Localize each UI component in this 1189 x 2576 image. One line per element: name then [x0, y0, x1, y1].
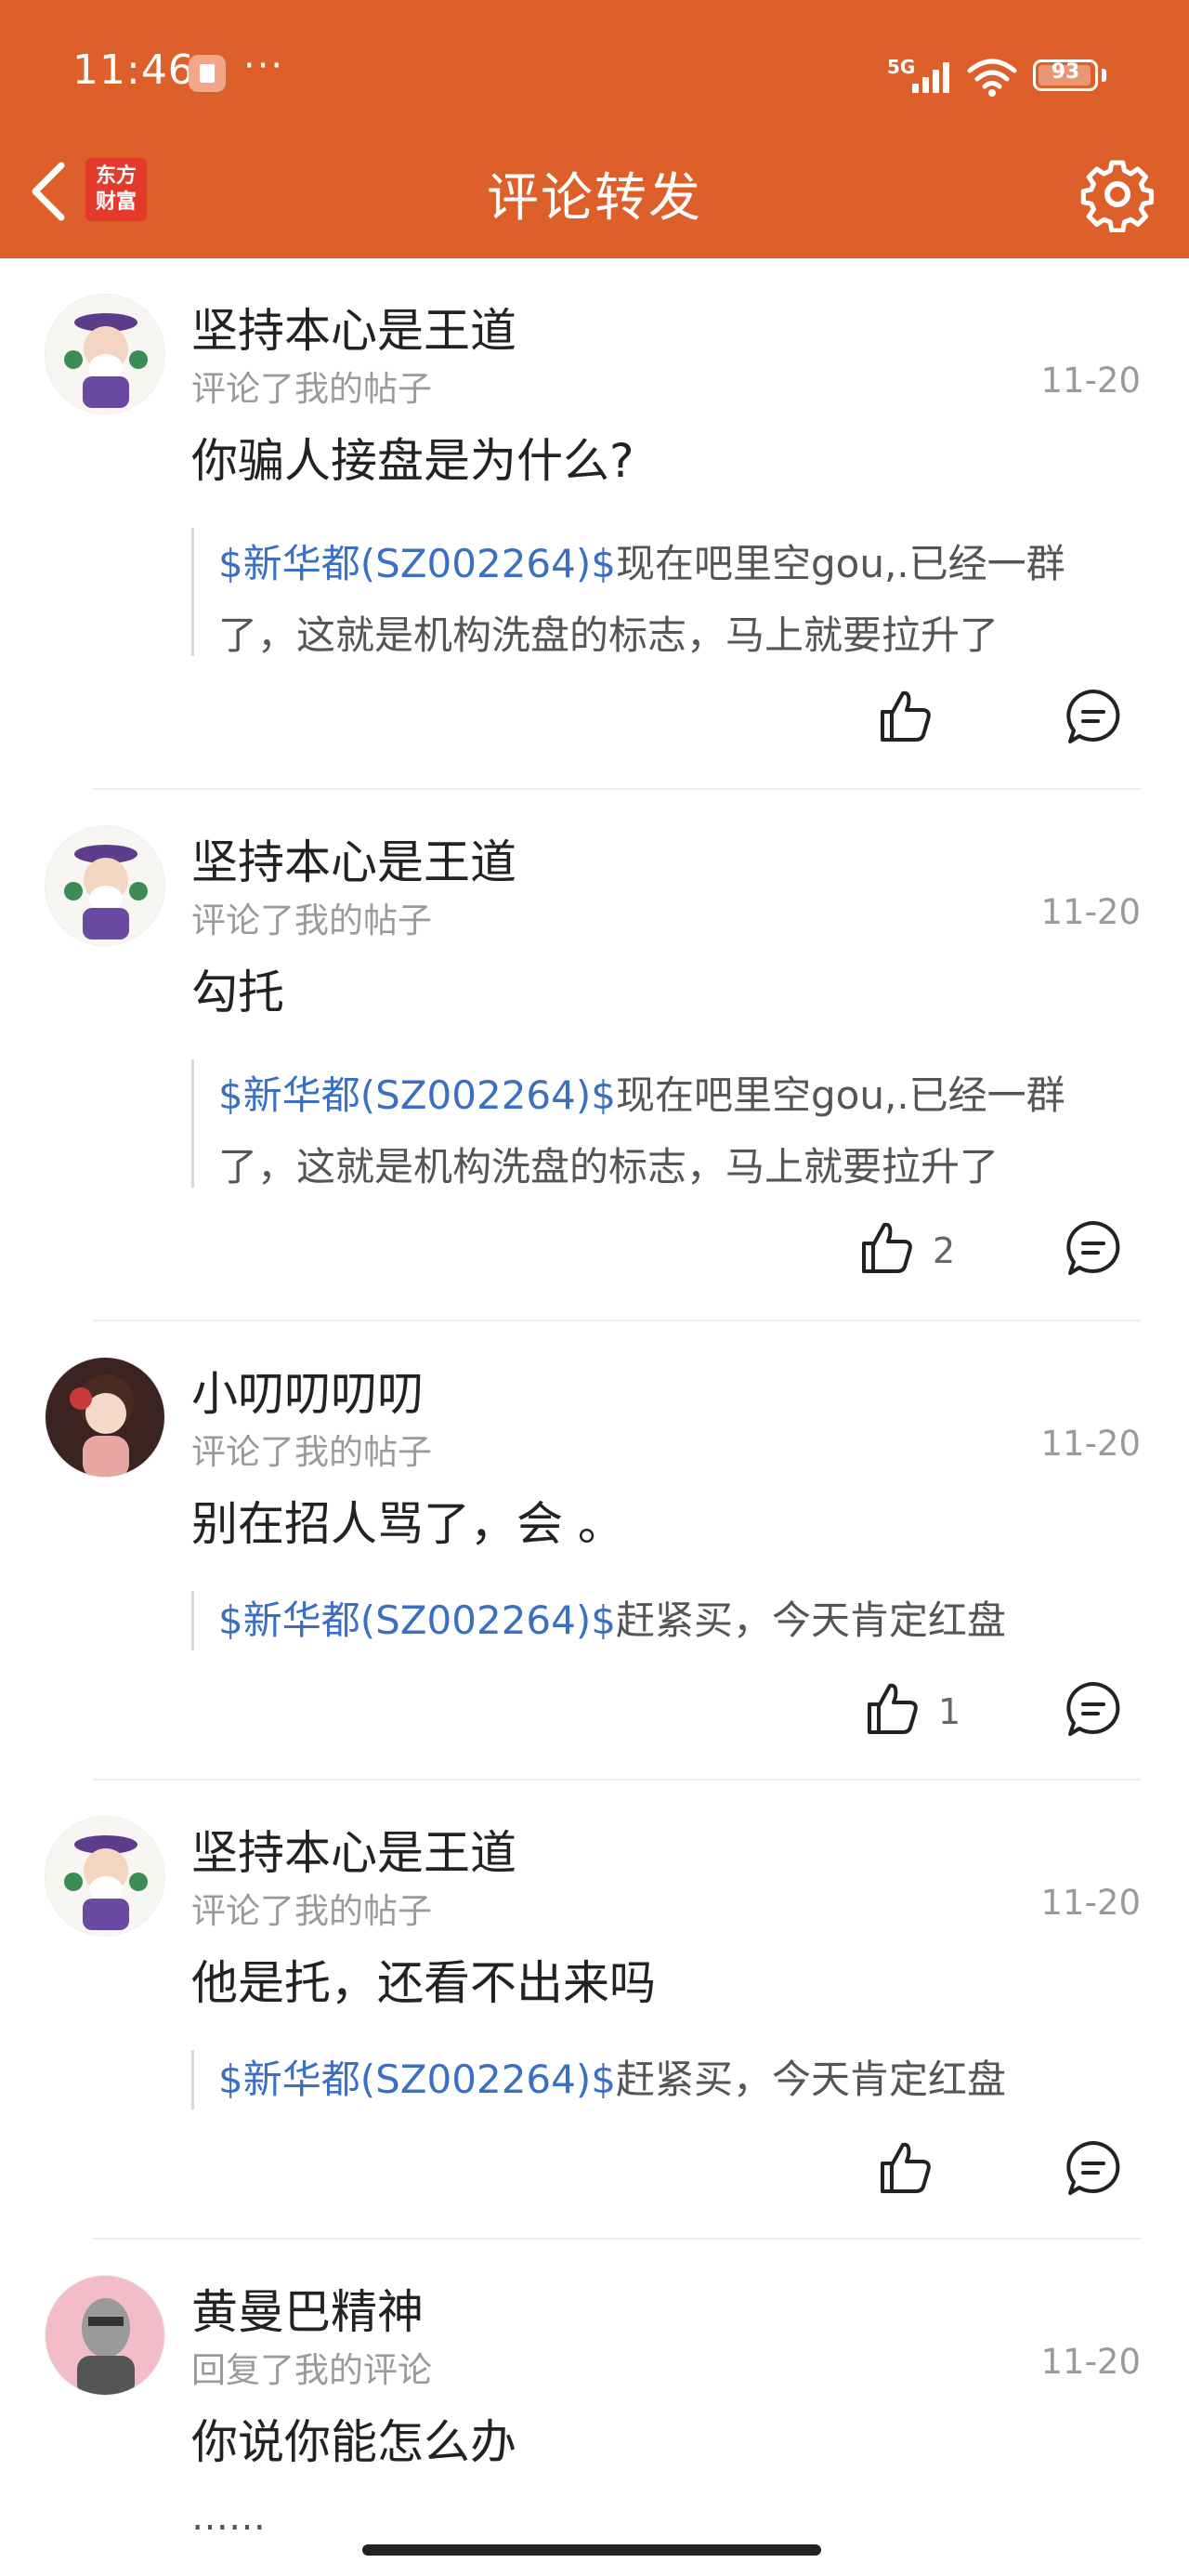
page-title: 评论转发 [487, 168, 702, 229]
thumbs-up-icon [862, 1222, 912, 1273]
network-type: 5G [887, 56, 916, 78]
stock-link[interactable]: $新华都(SZ002264)$ [218, 541, 616, 586]
app-header: 11:46 ··· 5G 93 东方 财富 评论转发 [0, 0, 1189, 258]
avatar[interactable] [45, 825, 165, 946]
stock-link[interactable]: $新华都(SZ002264)$ [218, 1072, 616, 1118]
date-label: 11-20 [1040, 2342, 1141, 2382]
wifi-icon [967, 59, 1017, 97]
comment-text[interactable]: 勾托 [191, 955, 284, 1022]
like-button[interactable] [875, 2137, 936, 2202]
user-name[interactable]: 坚持本心是王道 [191, 825, 516, 892]
list-item[interactable]: 坚持本心是王道 评论了我的帖子 11-20 他是托，还看不出来吗 $新华都(SZ… [0, 1781, 1189, 2240]
date-label: 11-20 [1040, 361, 1141, 401]
comment-bubble-icon[interactable] [1063, 686, 1124, 747]
avatar[interactable] [45, 1816, 165, 1937]
action-text: 回复了我的评论 [191, 2350, 432, 2390]
user-name[interactable]: 黄曼巴精神 [191, 2275, 424, 2342]
comment-text[interactable]: 你说你能怎么办 [191, 2405, 516, 2472]
like-button[interactable] [875, 686, 936, 751]
quoted-post[interactable]: $新华都(SZ002264)$现在吧里空gou,.已经一群 了，这就是机构洗盘的… [191, 1059, 1120, 1189]
more-notifications-icon: ··· [243, 45, 285, 87]
home-indicator[interactable] [362, 2544, 821, 2556]
date-label: 11-20 [1040, 1424, 1141, 1464]
comment-bubble-icon[interactable] [1063, 1217, 1124, 1279]
quoted-post[interactable]: $新华都(SZ002264)$赶紧买，今天肯定红盘 [191, 1591, 1120, 1650]
like-button[interactable]: 2 [856, 1217, 955, 1282]
user-name[interactable]: 坚持本心是王道 [191, 294, 516, 361]
comment-bubble-icon[interactable] [1063, 1678, 1124, 1740]
like-count: 2 [933, 1230, 956, 1271]
thumbs-up-icon [881, 2142, 931, 2193]
list-item[interactable]: 坚持本心是王道 评论了我的帖子 11-20 勾托 $新华都(SZ002264)$… [0, 790, 1189, 1321]
status-bar: 11:46 ··· 5G 93 [0, 0, 1189, 149]
quoted-post[interactable]: $新华都(SZ002264)$现在吧里空gou,.已经一群 了，这就是机构洗盘的… [191, 528, 1120, 658]
stock-link[interactable]: $新华都(SZ002264)$ [218, 1597, 616, 1643]
date-label: 11-20 [1040, 1883, 1141, 1923]
thumbs-up-icon [868, 1683, 918, 1734]
avatar[interactable] [45, 294, 165, 414]
date-label: 11-20 [1040, 892, 1141, 932]
notification-app-icon [189, 55, 226, 92]
action-text: 评论了我的帖子 [191, 1432, 432, 1472]
user-name[interactable]: 坚持本心是王道 [191, 1816, 516, 1883]
avatar[interactable] [45, 2275, 165, 2396]
comment-text[interactable]: 他是托，还看不出来吗 [191, 1946, 656, 2013]
thumbs-up-icon [881, 690, 931, 742]
list-item[interactable]: 黄曼巴精神 回复了我的评论 11-20 你说你能怎么办 …… [0, 2240, 1189, 2576]
like-count: 1 [938, 1691, 961, 1732]
comment-text[interactable]: 别在招人骂了，会 。 [191, 1487, 624, 1554]
action-text: 评论了我的帖子 [191, 1891, 432, 1931]
list-item[interactable]: 小叨叨叨叨 评论了我的帖子 11-20 别在招人骂了，会 。 $新华都(SZ00… [0, 1321, 1189, 1781]
cell-signal-icon [912, 61, 951, 93]
user-name[interactable]: 小叨叨叨叨 [191, 1357, 424, 1424]
quoted-post[interactable]: $新华都(SZ002264)$赶紧买，今天肯定红盘 [191, 2050, 1120, 2109]
gear-icon[interactable] [1079, 156, 1156, 232]
comment-text[interactable]: 你骗人接盘是为什么? [191, 424, 634, 491]
battery-level: 93 [1051, 60, 1080, 84]
list-item[interactable]: 坚持本心是王道 评论了我的帖子 11-20 你骗人接盘是为什么? $新华都(SZ… [0, 258, 1189, 790]
action-text: 评论了我的帖子 [191, 900, 432, 940]
comment-bubble-icon[interactable] [1063, 2137, 1124, 2199]
action-text: 评论了我的帖子 [191, 369, 432, 409]
status-time: 11:46 [72, 46, 195, 94]
like-button[interactable]: 1 [862, 1678, 960, 1743]
battery-icon: 93 [1033, 59, 1098, 91]
quoted-comment[interactable]: …… [191, 2496, 266, 2539]
stock-link[interactable]: $新华都(SZ002264)$ [218, 2057, 616, 2102]
avatar[interactable] [45, 1357, 165, 1478]
